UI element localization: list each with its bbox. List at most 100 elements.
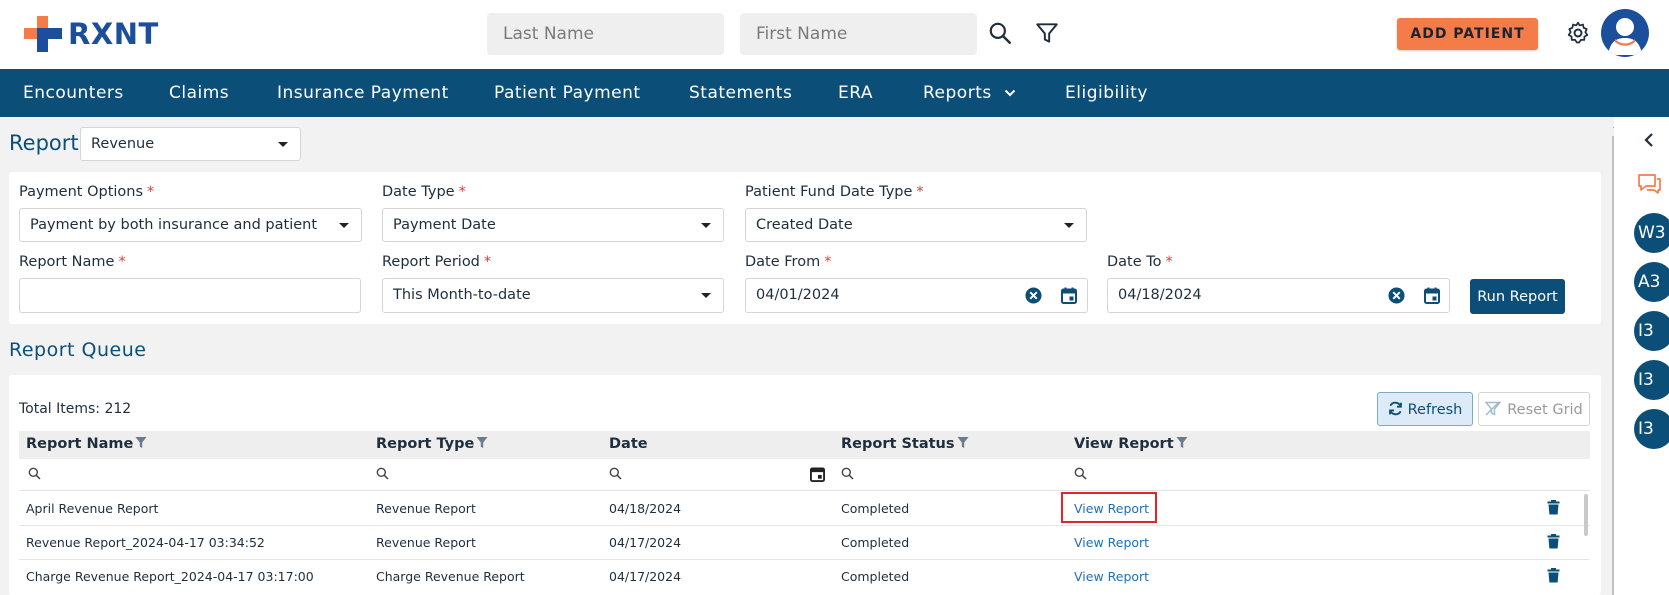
last-name-input[interactable] (487, 13, 724, 55)
caret-down-icon (1064, 223, 1074, 228)
report-queue-title: Report Queue (9, 339, 147, 361)
column-filter-icon[interactable] (135, 436, 147, 449)
gear-icon[interactable] (1565, 20, 1591, 46)
date-type-label: Date Type * (382, 184, 466, 200)
nav-claims[interactable]: Claims (169, 69, 229, 117)
report-title: Report (9, 131, 79, 155)
date-to-value: 04/18/2024 (1118, 287, 1202, 303)
col-report-name[interactable]: Report Name (26, 436, 147, 452)
user-avatar-icon (1608, 18, 1642, 55)
grid-header (19, 431, 1590, 459)
report-type-select[interactable]: Revenue (80, 127, 301, 161)
date-type-value: Payment Date (393, 217, 496, 233)
app-header: RXNT ADD PATIENT (0, 0, 1669, 69)
filter-search-icon[interactable] (841, 467, 854, 480)
trash-icon[interactable] (1547, 534, 1560, 549)
rail-badge-1[interactable]: W3 (1634, 213, 1669, 253)
clear-date-to-icon[interactable] (1388, 287, 1405, 304)
table-row-2-type: Revenue Report (376, 535, 476, 550)
calendar-icon[interactable] (1424, 287, 1440, 304)
column-filter-icon[interactable] (1176, 436, 1188, 449)
table-row-2-status: Completed (841, 535, 910, 550)
reports-chevron-down-icon[interactable] (1004, 89, 1016, 97)
grid-scrollbar-thumb[interactable] (1584, 494, 1588, 536)
row-divider (19, 559, 1590, 560)
nav-era[interactable]: ERA (838, 69, 873, 117)
nav-statements[interactable]: Statements (689, 69, 792, 117)
caret-down-icon (278, 142, 288, 147)
rail-badge-5[interactable]: I3 (1634, 409, 1669, 449)
payment-options-value: Payment by both insurance and patient (30, 217, 318, 233)
table-row-1-date: 04/18/2024 (609, 501, 682, 516)
nav-eligibility[interactable]: Eligibility (1065, 69, 1148, 117)
refresh-button[interactable]: Refresh (1377, 392, 1473, 426)
nav-encounters[interactable]: Encounters (23, 69, 124, 117)
caret-down-icon (339, 223, 349, 228)
table-row-1-name: April Revenue Report (26, 501, 159, 516)
refresh-label: Refresh (1407, 401, 1463, 418)
table-row-1-type: Revenue Report (376, 501, 476, 516)
rail-badge-3[interactable]: I3 (1634, 311, 1669, 351)
report-period-select[interactable]: This Month-to-date (382, 278, 724, 313)
caret-down-icon (701, 293, 711, 298)
filter-search-icon[interactable] (1074, 467, 1087, 480)
user-avatar[interactable] (1601, 9, 1649, 57)
table-row-2-view-report-link[interactable]: View Report (1074, 535, 1149, 550)
date-type-select[interactable]: Payment Date (382, 208, 724, 242)
filter-icon[interactable] (1034, 20, 1060, 46)
table-row-2-name: Revenue Report_2024-04-17 03:34:52 (26, 535, 265, 550)
date-filter-calendar-icon[interactable] (810, 466, 825, 482)
row-divider (19, 525, 1590, 526)
main-nav: Encounters Claims Insurance Payment Pati… (0, 69, 1669, 117)
nav-insurance-payment[interactable]: Insurance Payment (277, 69, 449, 117)
nav-reports[interactable]: Reports (923, 69, 992, 117)
date-from-value: 04/01/2024 (756, 287, 840, 303)
rxnt-logo[interactable]: RXNT (24, 16, 159, 52)
payment-options-select[interactable]: Payment by both insurance and patient (19, 208, 362, 242)
clear-date-from-icon[interactable] (1025, 287, 1042, 304)
table-row-1-status: Completed (841, 501, 910, 516)
payment-options-label: Payment Options * (19, 184, 155, 200)
trash-icon[interactable] (1547, 568, 1560, 583)
filter-search-icon[interactable] (609, 467, 622, 480)
add-patient-button[interactable]: ADD PATIENT (1397, 18, 1538, 50)
table-row-3-status: Completed (841, 569, 910, 584)
refresh-icon (1388, 401, 1402, 415)
nav-patient-payment[interactable]: Patient Payment (494, 69, 641, 117)
report-name-label: Report Name * (19, 254, 126, 270)
grid-filter-row (19, 459, 1590, 491)
report-name-input[interactable] (19, 278, 361, 313)
fund-date-type-label: Patient Fund Date Type * (745, 184, 924, 200)
collapse-chevron-left-icon[interactable] (1643, 132, 1655, 148)
filter-search-icon[interactable] (376, 467, 389, 480)
trash-icon[interactable] (1547, 500, 1560, 515)
col-report-status[interactable]: Report Status (841, 436, 969, 452)
rail-badge-2[interactable]: A3 (1634, 262, 1669, 302)
total-items-count: Total Items: 212 (19, 401, 132, 417)
report-period-value: This Month-to-date (393, 287, 531, 303)
calendar-icon[interactable] (1061, 287, 1077, 304)
caret-down-icon (701, 223, 711, 228)
col-report-type[interactable]: Report Type (376, 436, 488, 452)
column-filter-icon[interactable] (476, 436, 488, 449)
table-row-3-view-report-link[interactable]: View Report (1074, 569, 1149, 584)
fund-date-type-select[interactable]: Created Date (745, 208, 1087, 242)
logo-cross-icon (24, 16, 62, 52)
filter-search-icon[interactable] (28, 467, 41, 480)
run-report-button[interactable]: Run Report (1470, 279, 1565, 314)
report-type-value: Revenue (91, 136, 155, 152)
search-icon[interactable] (987, 20, 1013, 46)
reset-grid-button[interactable]: Reset Grid (1478, 392, 1590, 426)
filter-clear-icon (1484, 401, 1502, 416)
view-report-highlight (1061, 492, 1157, 523)
date-from-label: Date From * (745, 254, 832, 270)
fund-date-type-value: Created Date (756, 217, 853, 233)
col-view-report[interactable]: View Report (1074, 436, 1188, 452)
column-filter-icon[interactable] (957, 436, 969, 449)
date-to-label: Date To * (1107, 254, 1173, 270)
col-date[interactable]: Date (609, 436, 648, 452)
first-name-input[interactable] (740, 13, 977, 55)
rail-badge-4[interactable]: I3 (1634, 360, 1669, 400)
logo-text: RXNT (68, 17, 159, 51)
chat-icon[interactable] (1636, 172, 1662, 196)
